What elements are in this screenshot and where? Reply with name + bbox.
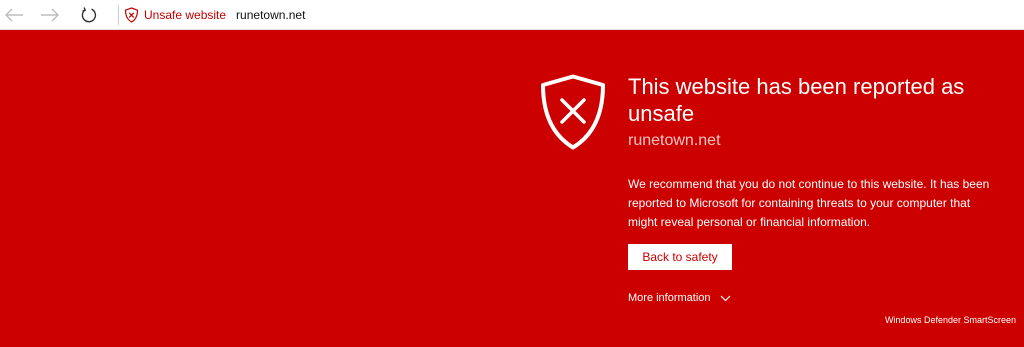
browser-toolbar: Unsafe website runetown.net: [0, 0, 1024, 30]
warning-heading: This website has been reported as unsafe: [628, 74, 965, 126]
unsafe-website-label[interactable]: Unsafe website: [144, 8, 226, 22]
refresh-button[interactable]: [77, 3, 101, 27]
shield-x-icon[interactable]: [124, 7, 139, 23]
arrow-left-icon: [5, 8, 23, 22]
back-to-safety-button[interactable]: Back to safety: [628, 244, 732, 270]
forward-button[interactable]: [38, 3, 62, 27]
more-information-toggle[interactable]: More information: [628, 290, 731, 306]
toolbar-divider: [118, 5, 119, 25]
arrow-right-icon: [41, 8, 59, 22]
smartscreen-brand: Windows Defender SmartScreen: [884, 315, 1016, 325]
address-bar[interactable]: Unsafe website runetown.net: [124, 4, 305, 26]
chevron-down-icon[interactable]: [720, 295, 731, 302]
back-button[interactable]: [2, 3, 26, 27]
site-name: runetown.net: [628, 132, 721, 149]
shield-x-icon: [541, 74, 605, 150]
more-information-label[interactable]: More information: [628, 292, 711, 304]
smartscreen-warning-page: This website has been reported as unsafe…: [0, 30, 1024, 347]
refresh-icon: [81, 7, 97, 23]
warning-description: We recommend that you do not continue to…: [628, 177, 990, 229]
url-text[interactable]: runetown.net: [236, 8, 305, 22]
